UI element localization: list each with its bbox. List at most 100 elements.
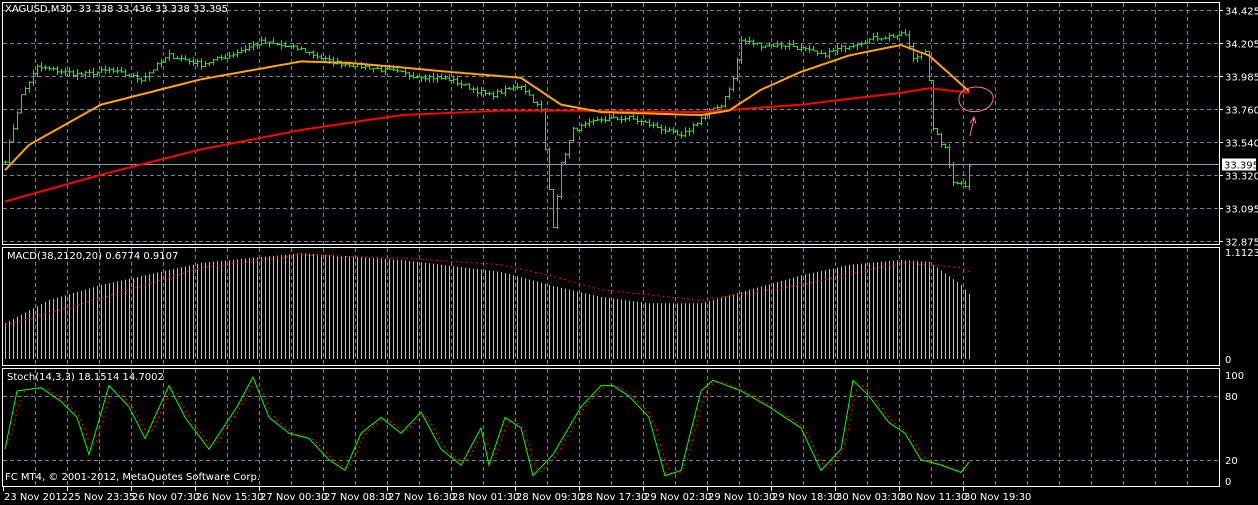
price-bar [843, 45, 848, 53]
price-bar [883, 35, 888, 40]
stoch-tick-label: 100 [1225, 371, 1244, 382]
price-bar [911, 42, 916, 62]
price-bar [639, 118, 644, 126]
price-bar [875, 32, 880, 42]
price-bar [771, 43, 776, 47]
price-bar [507, 87, 512, 91]
price-bar [443, 74, 448, 80]
price-bar [531, 94, 536, 103]
price-bar [367, 65, 372, 70]
price-bar [279, 40, 284, 50]
price-bar [571, 126, 576, 142]
price-bar [687, 127, 692, 136]
price-bar [495, 88, 500, 99]
price-bar [895, 35, 900, 40]
time-tick-label: 30 Nov 19:30 [964, 492, 1031, 503]
price-bar [107, 66, 112, 74]
price-bar [243, 45, 248, 54]
price-bar [87, 69, 92, 76]
price-bar [879, 38, 884, 42]
stoch-tick-label: 20 [1225, 456, 1238, 467]
price-bar [467, 83, 472, 90]
price-bar [599, 117, 604, 124]
price-tick-label: 34.425 [1225, 7, 1258, 18]
price-bar [891, 33, 896, 38]
price-bar [963, 180, 968, 189]
price-bar [511, 84, 516, 92]
annotation-arrow-icon [969, 115, 977, 137]
price-bar [247, 43, 252, 52]
price-bar [683, 127, 688, 138]
price-bar [419, 75, 424, 83]
price-bar [59, 68, 64, 75]
price-bar [271, 37, 276, 45]
price-bar [795, 45, 800, 51]
price-bar [491, 91, 496, 100]
macd-series [4, 253, 970, 359]
price-bar [27, 81, 32, 93]
price-bar [75, 69, 80, 80]
time-tick-label: 29 Nov 18:30 [772, 492, 839, 503]
price-bar [635, 115, 640, 125]
price-bar [667, 127, 672, 133]
macd-label: MACD(38,2120,20) 0.6774 0.9107 [7, 251, 179, 262]
time-tick-label: 26 Nov 15:30 [196, 492, 263, 503]
price-bar [935, 128, 940, 136]
price-bar [291, 43, 296, 49]
time-tick-label: 30 Nov 11:30 [900, 492, 967, 503]
price-bar [859, 41, 864, 48]
price-bar [43, 64, 48, 71]
price-bar [115, 66, 120, 74]
price-series [3, 29, 972, 230]
price-bar [39, 61, 44, 72]
time-tick-label: 27 Nov 16:30 [388, 492, 455, 503]
price-bar [131, 72, 136, 78]
ma-slow-line [4, 87, 970, 203]
price-bar [775, 40, 780, 48]
price-bar [475, 86, 480, 97]
price-bar [159, 58, 164, 68]
price-bar [699, 116, 704, 126]
price-bar [299, 46, 304, 51]
price-bar [471, 86, 476, 93]
price-bar [819, 49, 824, 54]
price-bar [659, 124, 664, 135]
price-bar [779, 41, 784, 50]
price-tick-label: 33.540 [1225, 139, 1258, 150]
price-bar [703, 114, 708, 121]
price-bar [407, 71, 412, 80]
price-bar [799, 43, 804, 52]
price-bar [815, 50, 820, 57]
price-bar [203, 61, 208, 67]
price-bar [655, 121, 660, 129]
macd-tick-label: 0 [1225, 355, 1231, 366]
price-tick-label: 34.205 [1225, 40, 1258, 51]
price-bar [267, 41, 272, 48]
stoch-label: Stoch(14,3,3) 18.1514 14.7002 [7, 372, 164, 383]
time-tick-label: 28 Nov 01:30 [452, 492, 519, 503]
price-bar [99, 66, 104, 73]
price-bar [215, 56, 220, 61]
price-bar [179, 54, 184, 62]
price-bar [967, 163, 972, 191]
time-tick-label: 29 Nov 10:30 [708, 492, 775, 503]
price-bar [487, 91, 492, 96]
price-bar [915, 53, 920, 63]
current-price-label: 33.395 [1224, 161, 1258, 172]
price-bar [611, 112, 616, 119]
time-tick-label: 26 Nov 07:30 [132, 492, 199, 503]
price-bar [575, 127, 580, 132]
price-bar [51, 66, 56, 72]
price-bar [319, 53, 324, 61]
price-bar [663, 126, 668, 135]
price-bar [627, 115, 632, 122]
price-bar [763, 45, 768, 49]
price-bar [311, 50, 316, 59]
price-bar [743, 38, 748, 46]
price-bar [435, 73, 440, 84]
price-bar [423, 74, 428, 82]
chart-canvas[interactable]: 34.425 34.205 33.985 33.760 33.540 33.320 33.0… [0, 0, 1258, 505]
price-bar [191, 57, 196, 66]
price-bar [255, 41, 260, 49]
price-bar [951, 161, 956, 187]
